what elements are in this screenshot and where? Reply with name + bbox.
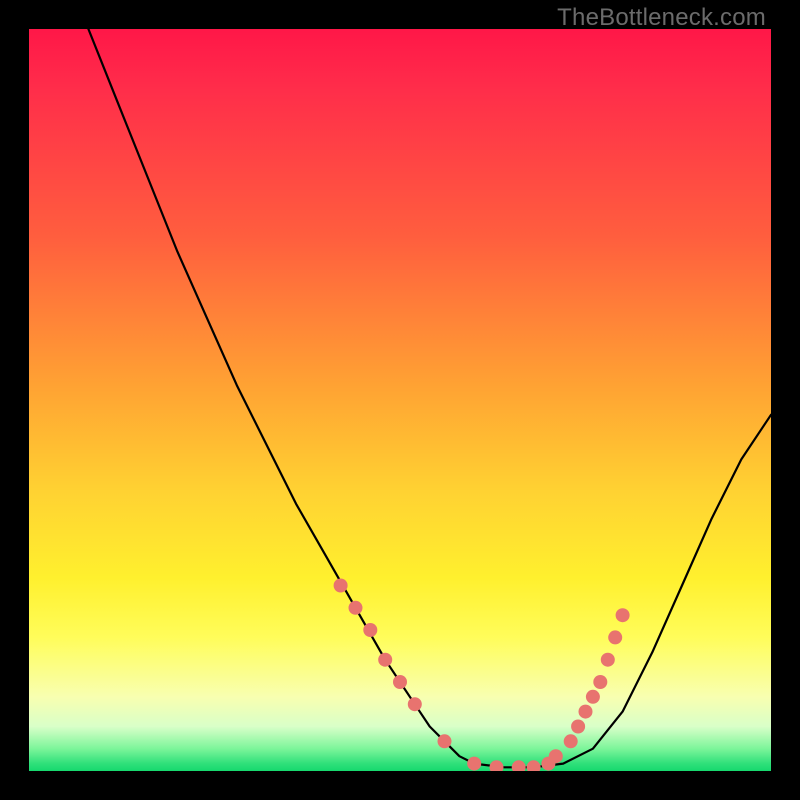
gradient-plot-area — [29, 29, 771, 771]
watermark-text: TheBottleneck.com — [557, 4, 766, 32]
outer-frame: TheBottleneck.com — [0, 0, 800, 800]
